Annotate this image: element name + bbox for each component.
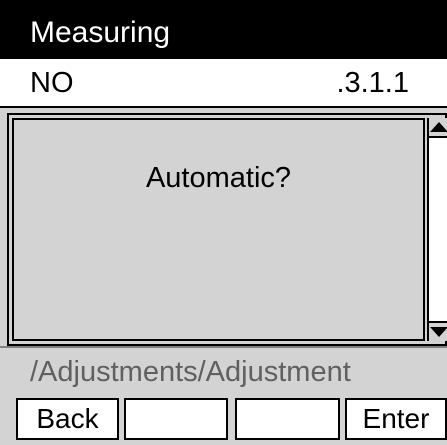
enter-button[interactable]: Enter [345, 398, 447, 440]
scrollbar[interactable] [427, 118, 447, 341]
triangle-up-icon [430, 122, 447, 132]
screen-title: Measuring [30, 16, 171, 49]
dialog-panel: Automatic? [7, 113, 447, 346]
info-bar: NO .3.1.1 [0, 59, 447, 108]
menu-path: /Adjustments/Adjustment [0, 346, 447, 395]
softkey-3-button[interactable] [235, 398, 340, 440]
scroll-down-button[interactable] [429, 321, 447, 341]
softkey-bar: Back Enter [0, 395, 447, 445]
scroll-up-button[interactable] [429, 118, 447, 138]
component-label: NO [30, 67, 74, 99]
prompt-text: Automatic? [145, 162, 292, 194]
menu-path-text: /Adjustments/Adjustment [30, 356, 351, 388]
title-bar: Measuring [0, 0, 447, 59]
softkey-2-button[interactable] [124, 398, 228, 440]
triangle-down-icon [430, 327, 447, 337]
back-button[interactable]: Back [16, 398, 119, 440]
menu-index: .3.1.1 [336, 67, 409, 99]
dialog-content: Automatic? [12, 118, 425, 341]
